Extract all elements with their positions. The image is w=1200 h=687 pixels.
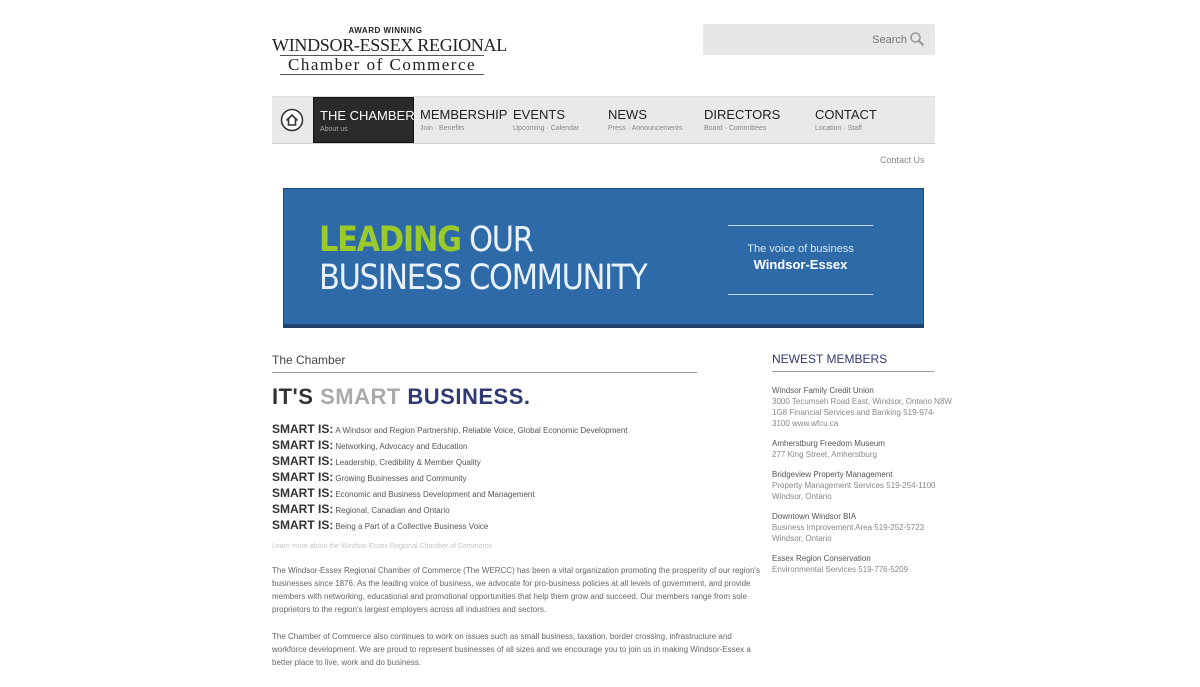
smart-key: SMART IS:	[272, 518, 334, 532]
smart-key: SMART IS:	[272, 470, 334, 484]
smart-key: SMART IS:	[272, 502, 334, 516]
nav-label: NEWS	[608, 107, 647, 122]
member-name[interactable]: Essex Region Conservation	[772, 553, 952, 564]
second-paragraph: The Chamber of Commerce also continues t…	[272, 632, 751, 667]
banner-tagline: The voice of business Windsor-Essex	[728, 225, 873, 295]
list-item[interactable]: Bridgeview Property Management Property M…	[772, 469, 952, 502]
nav-directors[interactable]: DIRECTORS Board · Committees	[698, 97, 808, 143]
headline: IT'S SMART BUSINESS.	[272, 384, 531, 410]
member-name[interactable]: Bridgeview Property Management	[772, 469, 952, 480]
nav-sublabel: Location · Staff	[815, 125, 862, 132]
member-name[interactable]: Amherstburg Freedom Museum	[772, 438, 952, 449]
smart-value: Leadership, Credibility & Member Quality	[335, 458, 481, 467]
headline-smart: SMART	[320, 384, 401, 409]
smart-value: Economic and Business Development and Ma…	[335, 490, 535, 499]
list-item: SMART IS: Regional, Canadian and Ontario	[272, 500, 628, 516]
intro-paragraph: The Windsor-Essex Regional Chamber of Co…	[272, 566, 760, 614]
list-item[interactable]: Essex Region Conservation Environmental S…	[772, 553, 952, 575]
learn-more-link[interactable]: Learn more about the Windsor-Essex Regio…	[272, 543, 602, 550]
list-item: SMART IS: Being a Part of a Collective Bu…	[272, 516, 628, 532]
list-item: SMART IS: Economic and Business Developme…	[272, 484, 628, 500]
member-info: Property Management Services 519-254-110…	[772, 481, 936, 501]
search-box	[703, 24, 935, 55]
member-name[interactable]: Downtown Windsor BIA	[772, 511, 952, 522]
nav-label: THE CHAMBER	[320, 108, 415, 123]
nav-events[interactable]: EVENTS Upcoming · Calendar	[507, 97, 602, 143]
search-input[interactable]	[713, 30, 909, 50]
member-info: Environmental Services 519-776-5209	[772, 565, 909, 574]
member-name[interactable]: Windsor Family Credit Union	[772, 385, 952, 396]
smart-key: SMART IS:	[272, 422, 334, 436]
banner-leading: LEADING	[319, 220, 462, 260]
newest-members-list: Windsor Family Credit Union 3000 Tecumseh…	[772, 385, 952, 584]
list-item: SMART IS: Growing Businesses and Communit…	[272, 468, 628, 484]
page: AWARD WINNING WINDSOR-ESSEX REGIONAL Cha…	[0, 0, 1200, 687]
hero-banner[interactable]: LEADING OUR BUSINESS COMMUNITY The voice…	[283, 188, 924, 328]
headline-business: BUSINESS.	[400, 384, 531, 409]
nav-sublabel: Upcoming · Calendar	[513, 125, 580, 132]
smart-key: SMART IS:	[272, 486, 334, 500]
banner-headline: LEADING OUR BUSINESS COMMUNITY	[319, 220, 648, 298]
smart-key: SMART IS:	[272, 454, 334, 468]
smart-key: SMART IS:	[272, 438, 334, 452]
smart-value: Being a Part of a Collective Business Vo…	[335, 522, 489, 531]
nav-sublabel: Join · Benefits	[420, 125, 465, 132]
nav-membership[interactable]: MEMBERSHIP Join · Benefits	[414, 97, 508, 143]
nav-sublabel: Board · Committees	[704, 125, 767, 132]
list-item[interactable]: Amherstburg Freedom Museum 277 King Stree…	[772, 438, 952, 460]
logo-name: WINDSOR-ESSEX REGIONAL	[272, 35, 507, 55]
logo-award-text: AWARD WINNING	[348, 26, 423, 35]
banner-tagline-top: The voice of business	[747, 243, 854, 255]
list-item: SMART IS: Leadership, Credibility & Membe…	[272, 452, 628, 468]
member-info: 3000 Tecumseh Road East, Windsor, Ontari…	[772, 397, 952, 428]
home-icon[interactable]	[280, 108, 304, 132]
smart-list: SMART IS: A Windsor and Region Partnershi…	[272, 420, 628, 532]
smart-value: Growing Businesses and Community	[335, 474, 467, 483]
nav-label: CONTACT	[815, 107, 877, 122]
nav-contact[interactable]: CONTACT Location · Staff	[809, 97, 929, 143]
headline-its: IT'S	[272, 384, 321, 409]
list-item: SMART IS: A Windsor and Region Partnershi…	[272, 420, 628, 436]
chamber-logo[interactable]: AWARD WINNING WINDSOR-ESSEX REGIONAL Cha…	[272, 26, 507, 75]
nav-the-chamber[interactable]: THE CHAMBER About us	[313, 97, 415, 143]
nav-sublabel: About us	[320, 126, 348, 133]
member-info: Business Improvement Area 519-252-5723 W…	[772, 523, 925, 543]
section-title: The Chamber	[272, 353, 697, 373]
nav-label: MEMBERSHIP	[420, 107, 508, 122]
main-nav: THE CHAMBER About us MEMBERSHIP Join · B…	[272, 96, 935, 144]
banner-our: OUR	[460, 220, 534, 260]
contact-link[interactable]: Contact Us	[880, 155, 925, 165]
list-item: SMART IS: Networking, Advocacy and Educat…	[272, 436, 628, 452]
smart-value: Regional, Canadian and Ontario	[335, 506, 450, 515]
search-icon[interactable]	[909, 31, 925, 47]
smart-value: Networking, Advocacy and Education	[335, 442, 468, 451]
logo-subtitle: Chamber of Commerce	[280, 55, 485, 75]
list-item[interactable]: Downtown Windsor BIA Business Improvement…	[772, 511, 952, 544]
nav-label: DIRECTORS	[704, 107, 781, 122]
list-item[interactable]: Windsor Family Credit Union 3000 Tecumseh…	[772, 385, 952, 429]
banner-tagline-bottom: Windsor-Essex	[753, 257, 848, 272]
nav-news[interactable]: NEWS Press · Announcements	[602, 97, 698, 143]
nav-label: EVENTS	[513, 107, 566, 122]
sidebar-title: NEWEST MEMBERS	[772, 352, 934, 372]
member-info: 277 King Street, Amherstburg	[772, 450, 877, 459]
banner-line2: BUSINESS COMMUNITY	[319, 258, 648, 298]
smart-value: A Windsor and Region Partnership, Reliab…	[335, 426, 628, 435]
nav-sublabel: Press · Announcements	[608, 125, 683, 132]
